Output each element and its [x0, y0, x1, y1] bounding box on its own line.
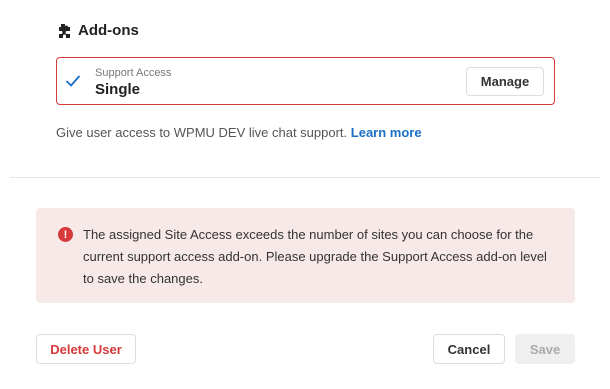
learn-more-link[interactable]: Learn more: [351, 125, 422, 140]
checkmark-icon: [66, 75, 80, 87]
support-access-card: Support Access Single Manage: [56, 57, 555, 105]
addons-description-line: Give user access to WPMU DEV live chat s…: [56, 125, 422, 140]
error-notice: ! The assigned Site Access exceeds the n…: [36, 208, 575, 303]
addons-section-title: Add-ons: [56, 22, 139, 39]
addons-description: Give user access to WPMU DEV live chat s…: [56, 125, 348, 140]
section-divider: [10, 177, 600, 178]
support-access-label: Support Access: [95, 67, 172, 79]
save-button[interactable]: Save: [515, 334, 575, 364]
cancel-button[interactable]: Cancel: [433, 334, 505, 364]
manage-button[interactable]: Manage: [466, 67, 544, 96]
delete-user-button[interactable]: Delete User: [36, 334, 136, 364]
support-access-value: Single: [95, 81, 141, 98]
warning-icon: !: [58, 227, 73, 242]
error-notice-message: The assigned Site Access exceeds the num…: [83, 227, 547, 286]
puzzle-icon: [59, 23, 70, 38]
addons-title: Add-ons: [78, 22, 139, 39]
